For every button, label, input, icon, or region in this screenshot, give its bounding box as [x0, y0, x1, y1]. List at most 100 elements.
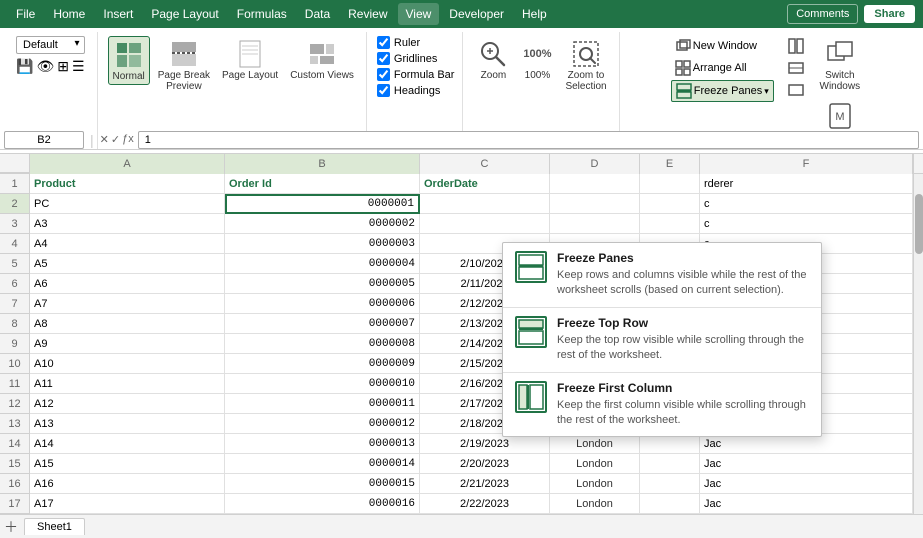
- freeze-panes-button[interactable]: Freeze Panes ▾: [671, 80, 774, 102]
- cell-A1[interactable]: Product: [30, 174, 225, 194]
- style-selector[interactable]: Default: [16, 36, 85, 54]
- cell-B6[interactable]: 0000005: [225, 274, 420, 294]
- comments-button[interactable]: Comments: [787, 4, 858, 24]
- cell-A14[interactable]: A14: [30, 434, 225, 454]
- cell-B10[interactable]: 0000009: [225, 354, 420, 374]
- cell-B17[interactable]: 0000016: [225, 494, 420, 514]
- freeze-panes-option[interactable]: Freeze Panes Keep rows and columns visib…: [503, 243, 821, 307]
- cell-A10[interactable]: A10: [30, 354, 225, 374]
- menu-home[interactable]: Home: [45, 3, 93, 25]
- scrollbar-thumb[interactable]: [915, 194, 923, 254]
- row-num-8[interactable]: 8: [0, 314, 29, 334]
- cell-F17[interactable]: Jac: [700, 494, 913, 514]
- freeze-first-column-option[interactable]: Freeze First Column Keep the first colum…: [503, 373, 821, 437]
- formula-bar-checkbox[interactable]: [377, 68, 390, 81]
- menu-page-layout[interactable]: Page Layout: [143, 3, 226, 25]
- col-header-B[interactable]: B: [225, 154, 420, 174]
- cell-B14[interactable]: 0000013: [225, 434, 420, 454]
- cell-E15[interactable]: [640, 454, 700, 474]
- row-num-10[interactable]: 10: [0, 354, 29, 374]
- menu-formulas[interactable]: Formulas: [229, 3, 295, 25]
- cell-B1[interactable]: Order Id: [225, 174, 420, 194]
- headings-checkbox-label[interactable]: Headings: [377, 84, 440, 97]
- cell-B16[interactable]: 0000015: [225, 474, 420, 494]
- cell-F15[interactable]: Jac: [700, 454, 913, 474]
- page-layout-view-button[interactable]: Page Layout: [218, 36, 282, 83]
- col-header-F[interactable]: F: [700, 154, 913, 174]
- menu-data[interactable]: Data: [297, 3, 338, 25]
- vertical-scrollbar[interactable]: [913, 174, 923, 514]
- cell-F2[interactable]: c: [700, 194, 913, 214]
- cell-B7[interactable]: 0000006: [225, 294, 420, 314]
- row-num-9[interactable]: 9: [0, 334, 29, 354]
- cell-B13[interactable]: 0000012: [225, 414, 420, 434]
- gridlines-checkbox-label[interactable]: Gridlines: [377, 52, 437, 65]
- row-num-12[interactable]: 12: [0, 394, 29, 414]
- cell-A11[interactable]: A11: [30, 374, 225, 394]
- cell-A15[interactable]: A15: [30, 454, 225, 474]
- sheet-tab-1[interactable]: Sheet1: [24, 518, 85, 535]
- zoom-selection-button[interactable]: Zoom toSelection: [561, 36, 610, 94]
- row-num-1[interactable]: 1: [0, 174, 29, 194]
- unhide-button[interactable]: [784, 80, 808, 100]
- insert-function-icon[interactable]: ƒx: [122, 133, 134, 146]
- add-sheet-icon[interactable]: ＋: [4, 517, 18, 537]
- arrange-all-button[interactable]: Arrange All: [671, 58, 774, 78]
- cell-C3[interactable]: [420, 214, 550, 234]
- save-icon[interactable]: 💾: [16, 58, 33, 75]
- cell-F3[interactable]: c: [700, 214, 913, 234]
- row-num-4[interactable]: 4: [0, 234, 29, 254]
- col-header-A[interactable]: A: [30, 154, 225, 174]
- cell-F1[interactable]: rderer: [700, 174, 913, 194]
- cell-A2[interactable]: PC: [30, 194, 225, 214]
- menu-help[interactable]: Help: [514, 3, 555, 25]
- cell-D1[interactable]: [550, 174, 640, 194]
- row-num-2[interactable]: 2: [0, 194, 29, 214]
- menu-view[interactable]: View: [398, 3, 440, 25]
- cell-A8[interactable]: A8: [30, 314, 225, 334]
- cell-E17[interactable]: [640, 494, 700, 514]
- confirm-formula-icon[interactable]: ✓: [111, 133, 120, 146]
- cell-A3[interactable]: A3: [30, 214, 225, 234]
- col-header-D[interactable]: D: [550, 154, 640, 174]
- cell-B4[interactable]: 0000003: [225, 234, 420, 254]
- row-num-13[interactable]: 13: [0, 414, 29, 434]
- cell-A13[interactable]: A13: [30, 414, 225, 434]
- cell-D3[interactable]: [550, 214, 640, 234]
- grid-icon[interactable]: ⊞: [57, 58, 69, 75]
- cell-A16[interactable]: A16: [30, 474, 225, 494]
- row-num-11[interactable]: 11: [0, 374, 29, 394]
- name-box[interactable]: [4, 131, 84, 149]
- hide-button[interactable]: [784, 58, 808, 78]
- row-num-6[interactable]: 6: [0, 274, 29, 294]
- cell-A17[interactable]: A17: [30, 494, 225, 514]
- col-header-C[interactable]: C: [420, 154, 550, 174]
- row-num-5[interactable]: 5: [0, 254, 29, 274]
- gridlines-checkbox[interactable]: [377, 52, 390, 65]
- cell-B5[interactable]: 0000004: [225, 254, 420, 274]
- menu-review[interactable]: Review: [340, 3, 395, 25]
- menu-developer[interactable]: Developer: [441, 3, 512, 25]
- cell-D16[interactable]: London: [550, 474, 640, 494]
- row-num-14[interactable]: 14: [0, 434, 29, 454]
- cell-C16[interactable]: 2/21/2023: [420, 474, 550, 494]
- ruler-checkbox[interactable]: [377, 36, 390, 49]
- new-window-button[interactable]: New Window: [671, 36, 774, 56]
- cell-C2[interactable]: [420, 194, 550, 214]
- split-button[interactable]: [784, 36, 808, 56]
- menu-file[interactable]: File: [8, 3, 43, 25]
- cell-B12[interactable]: 0000011: [225, 394, 420, 414]
- switch-windows-button[interactable]: SwitchWindows: [814, 36, 866, 94]
- cell-E16[interactable]: [640, 474, 700, 494]
- row-num-16[interactable]: 16: [0, 474, 29, 494]
- cell-D17[interactable]: London: [550, 494, 640, 514]
- eye-icon[interactable]: 👁: [36, 58, 54, 75]
- cell-A6[interactable]: A6: [30, 274, 225, 294]
- share-button[interactable]: Share: [864, 5, 915, 23]
- cell-E1[interactable]: [640, 174, 700, 194]
- cell-D15[interactable]: London: [550, 454, 640, 474]
- row-num-3[interactable]: 3: [0, 214, 29, 234]
- cell-A7[interactable]: A7: [30, 294, 225, 314]
- cancel-formula-icon[interactable]: ✕: [100, 133, 109, 146]
- cell-B3[interactable]: 0000002: [225, 214, 420, 234]
